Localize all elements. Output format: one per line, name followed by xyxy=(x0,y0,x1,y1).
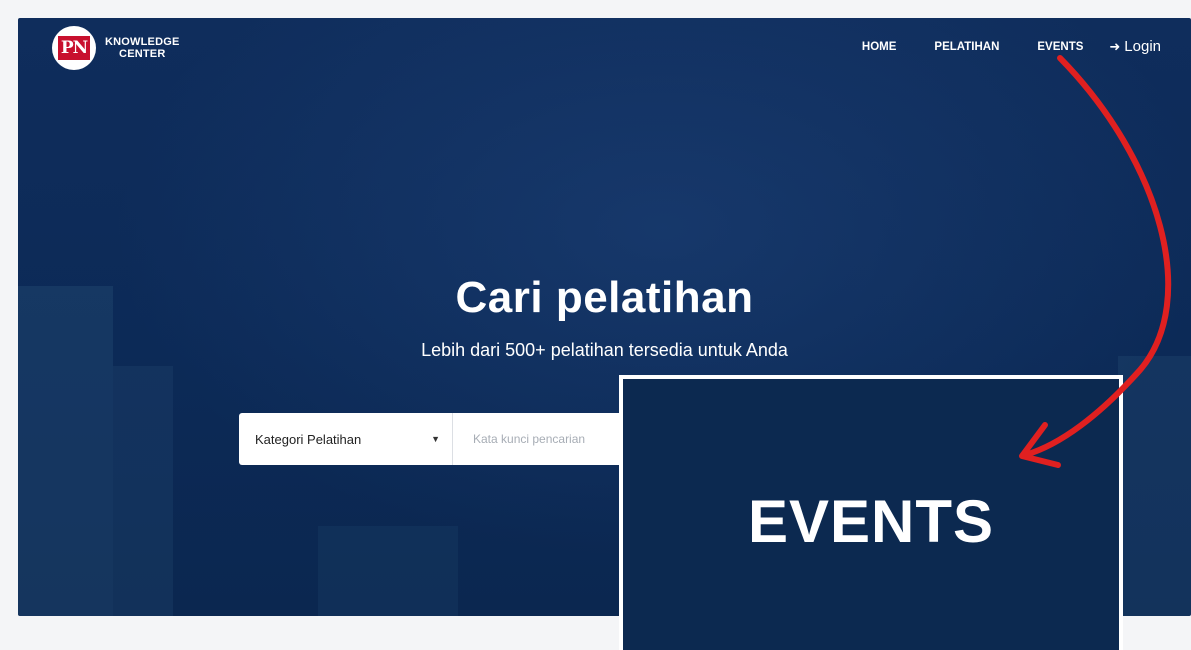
screenshot-canvas: PN KNOWLEDGE CENTER HOME PELATIHAN EVENT… xyxy=(0,0,1191,650)
hero-subtitle: Lebih dari 500+ pelatihan tersedia untuk… xyxy=(421,340,788,360)
nav-events[interactable]: EVENTS xyxy=(1037,41,1083,53)
events-zoom-callout: EVENTS xyxy=(619,375,1123,650)
site-logo[interactable]: PN KNOWLEDGE CENTER xyxy=(52,26,180,70)
sign-in-icon: ➜ xyxy=(1109,38,1121,54)
logo-emblem: PN xyxy=(52,26,96,70)
category-label: Kategori Pelatihan xyxy=(255,431,362,447)
hero-title: Cari pelatihan xyxy=(455,273,754,322)
logo-text-line1: KNOWLEDGE xyxy=(105,36,180,48)
login-link[interactable]: ➜ Login xyxy=(1109,38,1161,55)
events-zoom-text: EVENTS xyxy=(747,488,995,555)
caret-down-icon: ▼ xyxy=(431,434,440,444)
main-nav: HOME PELATIHAN EVENTS ➜ Login xyxy=(824,38,1161,55)
logo-mark: PN xyxy=(58,36,90,60)
category-dropdown[interactable]: Kategori Pelatihan ▼ xyxy=(239,413,453,465)
logo-text-line2: CENTER xyxy=(119,48,166,60)
logo-text: KNOWLEDGE CENTER xyxy=(105,36,180,60)
login-label: Login xyxy=(1124,38,1161,55)
nav-home[interactable]: HOME xyxy=(862,41,897,53)
nav-pelatihan[interactable]: PELATIHAN xyxy=(934,41,999,53)
